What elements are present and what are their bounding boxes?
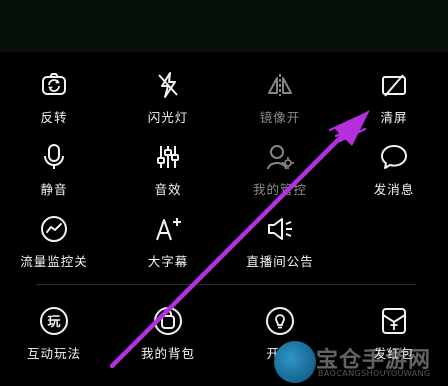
announcement-button[interactable]: 直播间公告 <box>232 206 328 276</box>
announcement-label: 直播间公告 <box>246 254 314 269</box>
top-strip <box>0 0 448 52</box>
large-subtitle-icon <box>153 214 183 244</box>
my-management-label: 我的管控 <box>252 182 307 197</box>
camera-flip-icon <box>39 70 69 100</box>
flip-camera-label: 反转 <box>40 110 68 125</box>
clear-screen-icon <box>379 70 409 100</box>
backpack-icon <box>153 306 183 336</box>
backpack-label: 我的背包 <box>140 346 195 361</box>
flash-icon <box>153 70 183 100</box>
red-packet-icon <box>379 306 409 336</box>
sound-effects-label: 音效 <box>154 182 182 197</box>
flip-camera-button[interactable]: 反转 <box>6 62 102 132</box>
interactive-play-button[interactable]: 玩 互动玩法 <box>6 298 102 368</box>
large-subtitle-button[interactable]: 大字幕 <box>120 206 216 276</box>
interactive-play-icon: 玩 <box>39 306 69 336</box>
function-row-1: 反转 闪光灯 镜像开 清屏 <box>0 62 448 132</box>
clear-screen-button[interactable]: 清屏 <box>346 62 442 132</box>
user-settings-icon <box>265 142 295 172</box>
flash-button[interactable]: 闪光灯 <box>120 62 216 132</box>
backpack-button[interactable]: 我的背包 <box>120 298 216 368</box>
send-message-button[interactable]: 发消息 <box>346 134 442 204</box>
lightbulb-icon <box>265 306 295 336</box>
mute-button[interactable]: 静音 <box>6 134 102 204</box>
traffic-monitor-button[interactable]: 流量监控关 <box>6 206 102 276</box>
mirror-icon <box>265 70 295 100</box>
interactive-play-icon-text: 玩 <box>47 315 60 330</box>
mirror-button[interactable]: 镜像开 <box>232 62 328 132</box>
message-icon <box>379 142 409 172</box>
watermark-subtitle: BAOCANGSHOUYOUWANG <box>318 369 431 378</box>
flash-label: 闪光灯 <box>147 110 189 125</box>
sound-effects-icon <box>153 142 183 172</box>
large-subtitle-label: 大字幕 <box>147 254 189 269</box>
function-row-3: 流量监控关 大字幕 直播间公告 <box>0 206 448 276</box>
live-stream-more-panel: 反转 闪光灯 镜像开 清屏 静音 音效 我的管控 发消息 流量监控关 大字幕 直… <box>0 0 448 386</box>
traffic-monitor-label: 流量监控关 <box>20 254 88 269</box>
send-message-label: 发消息 <box>373 182 415 197</box>
traffic-monitor-icon <box>39 214 69 244</box>
interactive-play-label: 互动玩法 <box>26 346 81 361</box>
watermark-logo-icon <box>274 341 316 383</box>
mute-label: 静音 <box>40 182 68 197</box>
section-divider <box>36 284 416 285</box>
sound-effects-button[interactable]: 音效 <box>120 134 216 204</box>
mirror-label: 镜像开 <box>259 110 301 125</box>
microphone-icon <box>39 142 69 172</box>
my-management-button[interactable]: 我的管控 <box>232 134 328 204</box>
clear-screen-label: 清屏 <box>380 110 408 125</box>
site-watermark: 宝仓手游网 BAOCANGSHOUYOUWANG <box>268 340 448 386</box>
function-row-2: 静音 音效 我的管控 发消息 <box>0 134 448 204</box>
announcement-icon <box>265 214 295 244</box>
